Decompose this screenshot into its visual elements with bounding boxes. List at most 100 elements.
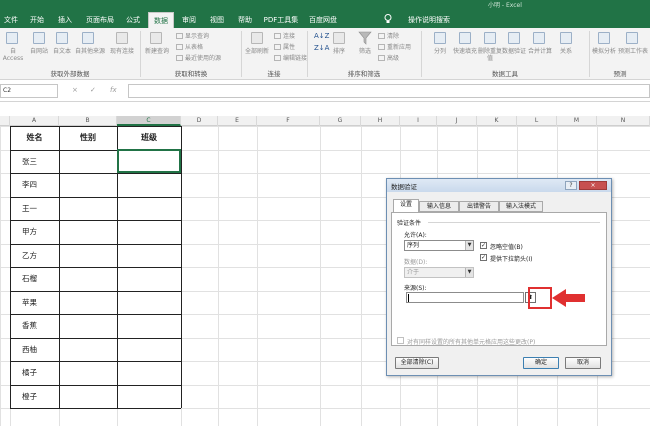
advanced-filter-button[interactable]: 高级 bbox=[378, 53, 399, 62]
column-header-c[interactable]: C bbox=[117, 116, 181, 126]
name-cell[interactable]: 甲方 bbox=[22, 220, 58, 243]
tab-file[interactable]: 文件 bbox=[0, 12, 22, 28]
tab-settings[interactable]: 设置 bbox=[393, 199, 419, 213]
tab-page-layout[interactable]: 页面布局 bbox=[80, 12, 120, 28]
grid-column-line bbox=[320, 126, 321, 426]
name-cell[interactable]: 王一 bbox=[22, 197, 58, 220]
active-cell[interactable] bbox=[117, 149, 181, 173]
source-input[interactable] bbox=[406, 292, 524, 303]
header-class[interactable]: 班级 bbox=[117, 126, 181, 149]
recent-sources-button[interactable]: 最近使用的源 bbox=[176, 53, 221, 62]
tab-ime-mode[interactable]: 输入法模式 bbox=[499, 201, 543, 212]
data-validation-icon bbox=[508, 32, 520, 44]
allow-label: 允许(A): bbox=[404, 232, 427, 239]
tab-data[interactable]: 数据 bbox=[148, 12, 174, 28]
connections-button[interactable]: 连接 bbox=[274, 31, 295, 40]
allow-select[interactable]: 序列 ▼ bbox=[404, 240, 474, 251]
forecast-sheet-button[interactable]: 预测工作表 bbox=[618, 48, 648, 55]
reapply-icon bbox=[378, 44, 385, 50]
header-name[interactable]: 姓名 bbox=[10, 126, 59, 149]
select-all-corner[interactable] bbox=[0, 116, 10, 126]
column-header-j[interactable]: J bbox=[437, 116, 477, 126]
data-validation-button[interactable]: 数据验证 bbox=[502, 48, 526, 55]
name-cell[interactable]: 苹果 bbox=[22, 291, 58, 314]
properties-button[interactable]: 属性 bbox=[274, 42, 295, 51]
flash-fill-button[interactable]: 快速填充 bbox=[452, 48, 478, 55]
name-cell[interactable]: 香蕉 bbox=[22, 314, 58, 337]
from-web-button[interactable]: 自网站 bbox=[28, 48, 50, 55]
edit-links-button[interactable]: 编辑链接 bbox=[274, 53, 307, 62]
refresh-all-button[interactable]: 全部刷新 bbox=[244, 48, 270, 55]
from-text-button[interactable]: 自文本 bbox=[50, 48, 74, 55]
clear-icon bbox=[378, 33, 385, 39]
reapply-button[interactable]: 重新应用 bbox=[378, 42, 411, 51]
cancel-button[interactable]: 取消 bbox=[565, 357, 601, 369]
name-cell[interactable]: 石榴 bbox=[22, 267, 58, 290]
apply-all-checkbox[interactable] bbox=[397, 337, 404, 344]
from-other-sources-button[interactable]: 自其他来源 bbox=[74, 48, 106, 55]
existing-connections-button[interactable]: 现有连接 bbox=[108, 48, 136, 55]
table-border bbox=[181, 126, 182, 408]
tab-insert[interactable]: 插入 bbox=[52, 12, 78, 28]
column-header-b[interactable]: B bbox=[59, 116, 117, 126]
tab-pdf-tools[interactable]: PDF工具集 bbox=[260, 12, 302, 28]
from-table-button[interactable]: 从表格 bbox=[176, 42, 203, 51]
consolidate-button[interactable]: 合并计算 bbox=[526, 48, 554, 55]
formula-input[interactable] bbox=[128, 84, 650, 98]
name-cell[interactable]: 橘子 bbox=[22, 361, 58, 384]
relationships-button[interactable]: 关系 bbox=[554, 48, 578, 55]
tab-input-message[interactable]: 输入信息 bbox=[419, 201, 459, 212]
insert-function-icon[interactable]: fx bbox=[110, 86, 117, 94]
ignore-blank-checkbox[interactable]: ✓ bbox=[480, 242, 487, 249]
dropdown-arrow-checkbox[interactable]: ✓ bbox=[480, 254, 487, 261]
remove-duplicates-button[interactable]: 删除重复值 bbox=[478, 48, 502, 62]
column-header-h[interactable]: H bbox=[361, 116, 400, 126]
ribbon: 自 Access 自网站 自文本 自其他来源 现有连接 获取外部数据 新建查询 … bbox=[0, 28, 650, 80]
what-if-analysis-button[interactable]: 模拟分析 bbox=[590, 48, 618, 55]
name-box[interactable]: C2 bbox=[0, 84, 58, 98]
column-header-f[interactable]: F bbox=[257, 116, 320, 126]
tab-baidu-netdisk[interactable]: 百度网盘 bbox=[306, 12, 340, 28]
column-header-g[interactable]: G bbox=[320, 116, 361, 126]
column-header-k[interactable]: K bbox=[477, 116, 517, 126]
column-header-n[interactable]: N bbox=[597, 116, 650, 126]
column-header-d[interactable]: D bbox=[181, 116, 218, 126]
name-cell[interactable]: 李四 bbox=[22, 173, 58, 196]
show-queries-button[interactable]: 显示查询 bbox=[176, 31, 209, 40]
from-access-button[interactable]: 自 Access bbox=[0, 48, 26, 62]
clear-filter-button[interactable]: 清除 bbox=[378, 31, 399, 40]
sort-ascending-icon[interactable]: A↓Z bbox=[314, 32, 329, 40]
new-query-button[interactable]: 新建查询 bbox=[144, 48, 170, 55]
name-cell[interactable]: 橙子 bbox=[22, 385, 58, 408]
what-if-icon bbox=[598, 32, 610, 44]
column-header-e[interactable]: E bbox=[218, 116, 257, 126]
grid-column-line bbox=[257, 126, 258, 426]
text-to-columns-button[interactable]: 分列 bbox=[428, 48, 452, 55]
header-gender[interactable]: 性别 bbox=[59, 126, 117, 149]
name-cell[interactable]: 西柚 bbox=[22, 338, 58, 361]
clear-all-button[interactable]: 全部清除(C) bbox=[395, 357, 439, 369]
tab-home[interactable]: 开始 bbox=[24, 12, 50, 28]
name-cell[interactable]: 乙方 bbox=[22, 244, 58, 267]
filter-button[interactable]: 筛选 bbox=[354, 48, 376, 55]
tab-formulas[interactable]: 公式 bbox=[120, 12, 146, 28]
help-icon[interactable]: ? bbox=[565, 181, 577, 190]
tab-view[interactable]: 视图 bbox=[204, 12, 230, 28]
tab-review[interactable]: 审阅 bbox=[176, 12, 202, 28]
data-label: 数据(D): bbox=[404, 259, 428, 266]
cancel-icon[interactable]: × bbox=[72, 86, 78, 94]
column-header-l[interactable]: L bbox=[517, 116, 557, 126]
ignore-blank-label: 忽略空值(B) bbox=[490, 244, 523, 251]
dialog-title-bar[interactable]: 数据验证 bbox=[387, 179, 611, 192]
column-header-a[interactable]: A bbox=[10, 116, 59, 126]
tab-help[interactable]: 帮助 bbox=[232, 12, 258, 28]
name-cell[interactable]: 张三 bbox=[22, 150, 58, 173]
enter-icon[interactable]: ✓ bbox=[90, 86, 96, 94]
ok-button[interactable]: 确定 bbox=[523, 357, 559, 369]
column-header-m[interactable]: M bbox=[557, 116, 597, 126]
column-header-i[interactable]: I bbox=[400, 116, 437, 126]
close-icon[interactable]: × bbox=[579, 181, 607, 190]
tab-error-alert[interactable]: 出错警告 bbox=[459, 201, 499, 212]
sort-button[interactable]: 排序 bbox=[328, 48, 350, 55]
tell-me-search[interactable]: 操作说明搜索 bbox=[394, 12, 464, 28]
